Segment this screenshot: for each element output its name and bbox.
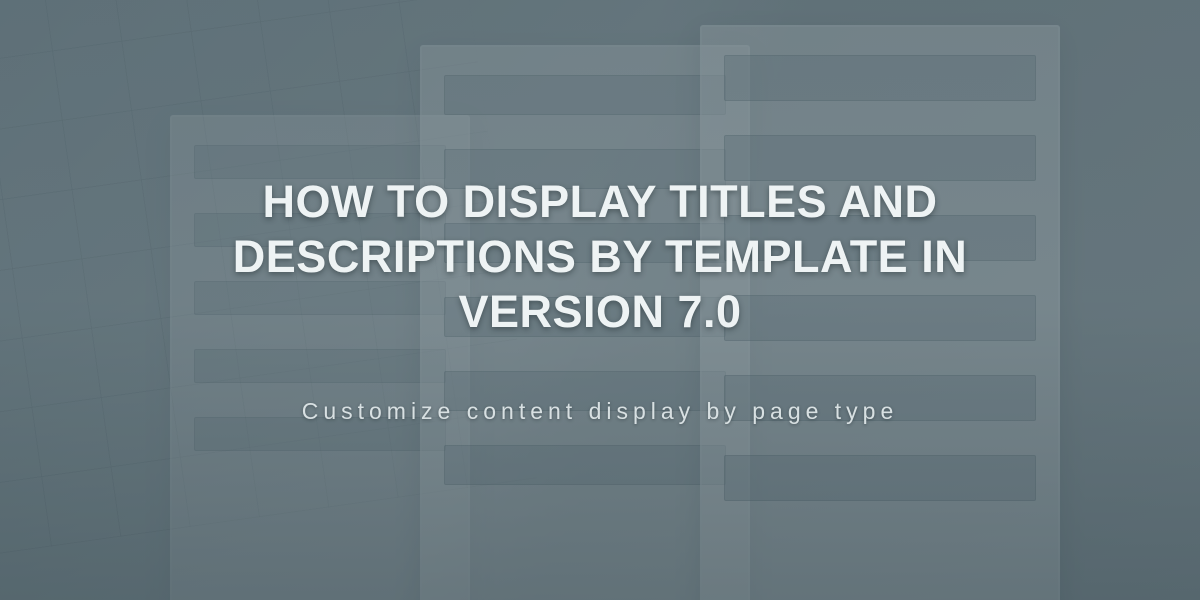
hero-subtitle: Customize content display by page type	[302, 398, 899, 425]
hero-content: HOW TO DISPLAY TITLES AND DESCRIPTIONS B…	[0, 0, 1200, 600]
hero-title: HOW TO DISPLAY TITLES AND DESCRIPTIONS B…	[150, 175, 1050, 340]
